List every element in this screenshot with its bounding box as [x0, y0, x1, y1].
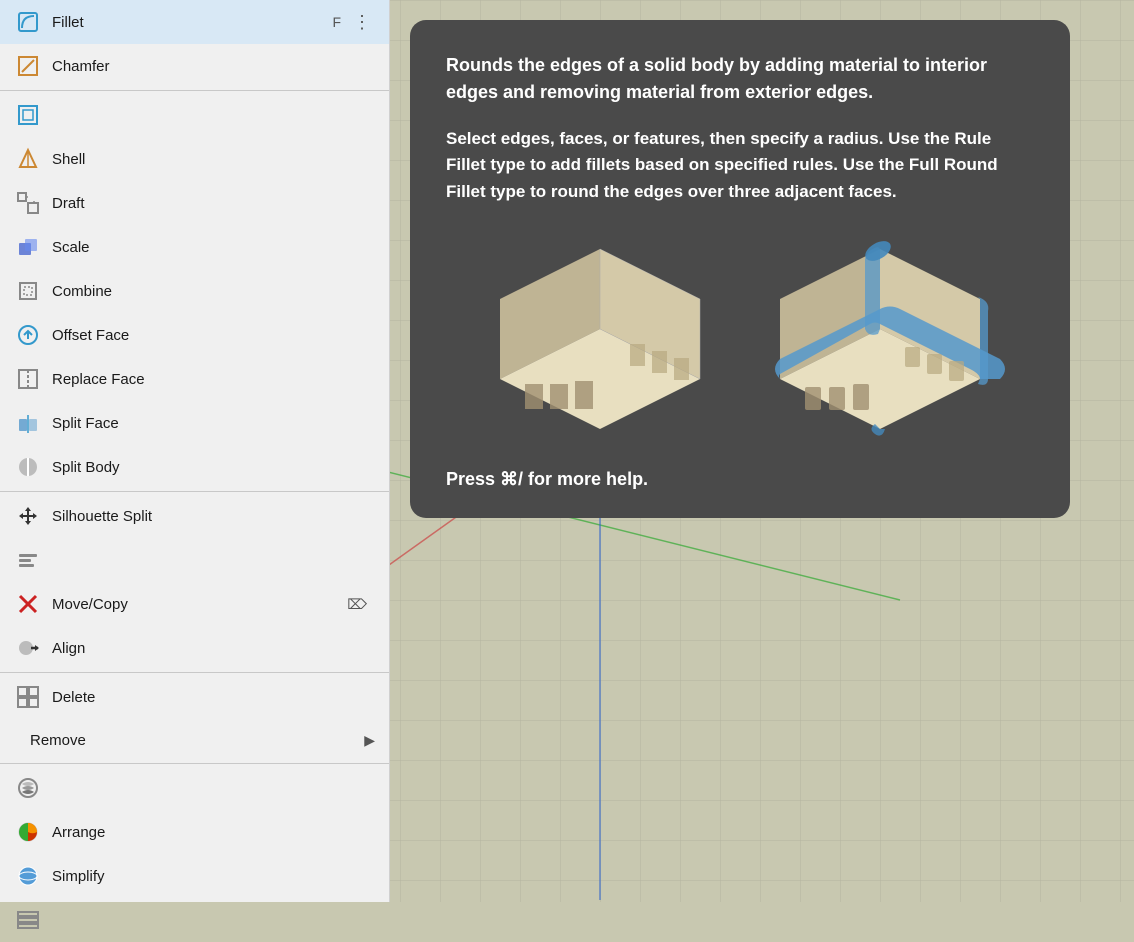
chamfer-label: Chamfer	[52, 58, 375, 75]
menu-item-move-copy[interactable]: Silhouette Split	[0, 494, 389, 538]
menu-item-draft[interactable]: Shell	[0, 137, 389, 181]
fillet-more[interactable]: ⋮	[349, 12, 375, 33]
simplify-label: Remove	[30, 732, 364, 749]
menu-item-volumetric-lattice[interactable]: Simplify	[0, 854, 389, 898]
volumetric-lattice-icon	[14, 862, 42, 890]
menu-item-silhouette[interactable]: Split Body	[0, 445, 389, 489]
fillet-label: Fillet	[52, 14, 332, 31]
menu-item-arrange[interactable]: Delete	[0, 675, 389, 719]
menu-item-offset-face[interactable]: Combine	[0, 269, 389, 313]
move-copy-icon	[14, 502, 42, 530]
menu-item-replace-face[interactable]: Offset Face	[0, 313, 389, 357]
divider-4	[0, 763, 389, 764]
align-icon	[14, 546, 42, 574]
menu-item-appearance[interactable]: Arrange	[0, 810, 389, 854]
tooltip-panel: Rounds the edges of a solid body by addi…	[410, 20, 1070, 518]
tooltip-images	[446, 229, 1034, 449]
before-illustration	[470, 229, 730, 449]
menu-item-chamfer[interactable]: Chamfer	[0, 44, 389, 88]
divider-3	[0, 672, 389, 673]
volumetric-lattice-label: Simplify	[52, 868, 375, 885]
menu-item-split-body[interactable]: Split Face	[0, 401, 389, 445]
arrange-label: Delete	[52, 689, 375, 706]
simplify-arrow: ▶	[364, 732, 375, 749]
combine-label: Scale	[52, 239, 375, 256]
scale-icon	[14, 189, 42, 217]
replace-face-icon	[14, 321, 42, 349]
menu-item-manage-materials[interactable]	[0, 898, 389, 942]
tooltip-footer: Press ⌘/ for more help.	[446, 469, 1034, 490]
menu-panel: Fillet F ⋮ Chamfer Shell Draft S	[0, 0, 390, 902]
delete-shortcut: ⌦	[347, 596, 367, 613]
menu-item-split-face[interactable]: Replace Face	[0, 357, 389, 401]
draft-label: Shell	[52, 151, 375, 168]
after-illustration	[750, 229, 1010, 449]
offset-face-icon	[14, 277, 42, 305]
menu-item-simplify[interactable]: Remove ▶	[0, 719, 389, 761]
silhouette-icon	[14, 453, 42, 481]
divider-1	[0, 90, 389, 91]
replace-face-label: Offset Face	[52, 327, 375, 344]
manage-materials-icon	[14, 906, 42, 934]
divider-2	[0, 491, 389, 492]
shell-icon	[14, 101, 42, 129]
menu-item-remove[interactable]: Align	[0, 626, 389, 670]
fillet-shortcut: F	[332, 14, 341, 30]
remove-icon	[14, 634, 42, 662]
scale-label: Draft	[52, 195, 375, 212]
offset-face-label: Combine	[52, 283, 375, 300]
appearance-icon	[14, 818, 42, 846]
menu-item-delete[interactable]: Move/Copy ⌦	[0, 582, 389, 626]
tooltip-detail: Select edges, faces, or features, then s…	[446, 126, 1034, 205]
silhouette-label: Split Body	[52, 459, 375, 476]
fillet-icon	[14, 8, 42, 36]
delete-label: Move/Copy	[52, 596, 347, 613]
chamfer-icon	[14, 52, 42, 80]
split-body-icon	[14, 409, 42, 437]
split-body-label: Split Face	[52, 415, 375, 432]
menu-item-fillet[interactable]: Fillet F ⋮	[0, 0, 389, 44]
menu-item-shell[interactable]	[0, 93, 389, 137]
delete-icon	[14, 590, 42, 618]
move-copy-label: Silhouette Split	[52, 508, 367, 525]
menu-item-combine[interactable]: Scale	[0, 225, 389, 269]
menu-item-physical-material[interactable]	[0, 766, 389, 810]
physical-material-icon	[14, 774, 42, 802]
remove-label: Align	[52, 640, 375, 657]
menu-item-scale[interactable]: Draft	[0, 181, 389, 225]
arrange-icon	[14, 683, 42, 711]
menu-item-align[interactable]	[0, 538, 389, 582]
draft-icon	[14, 145, 42, 173]
split-face-icon	[14, 365, 42, 393]
appearance-label: Arrange	[52, 824, 367, 841]
tooltip-description: Rounds the edges of a solid body by addi…	[446, 52, 1034, 106]
combine-icon	[14, 233, 42, 261]
split-face-label: Replace Face	[52, 371, 375, 388]
